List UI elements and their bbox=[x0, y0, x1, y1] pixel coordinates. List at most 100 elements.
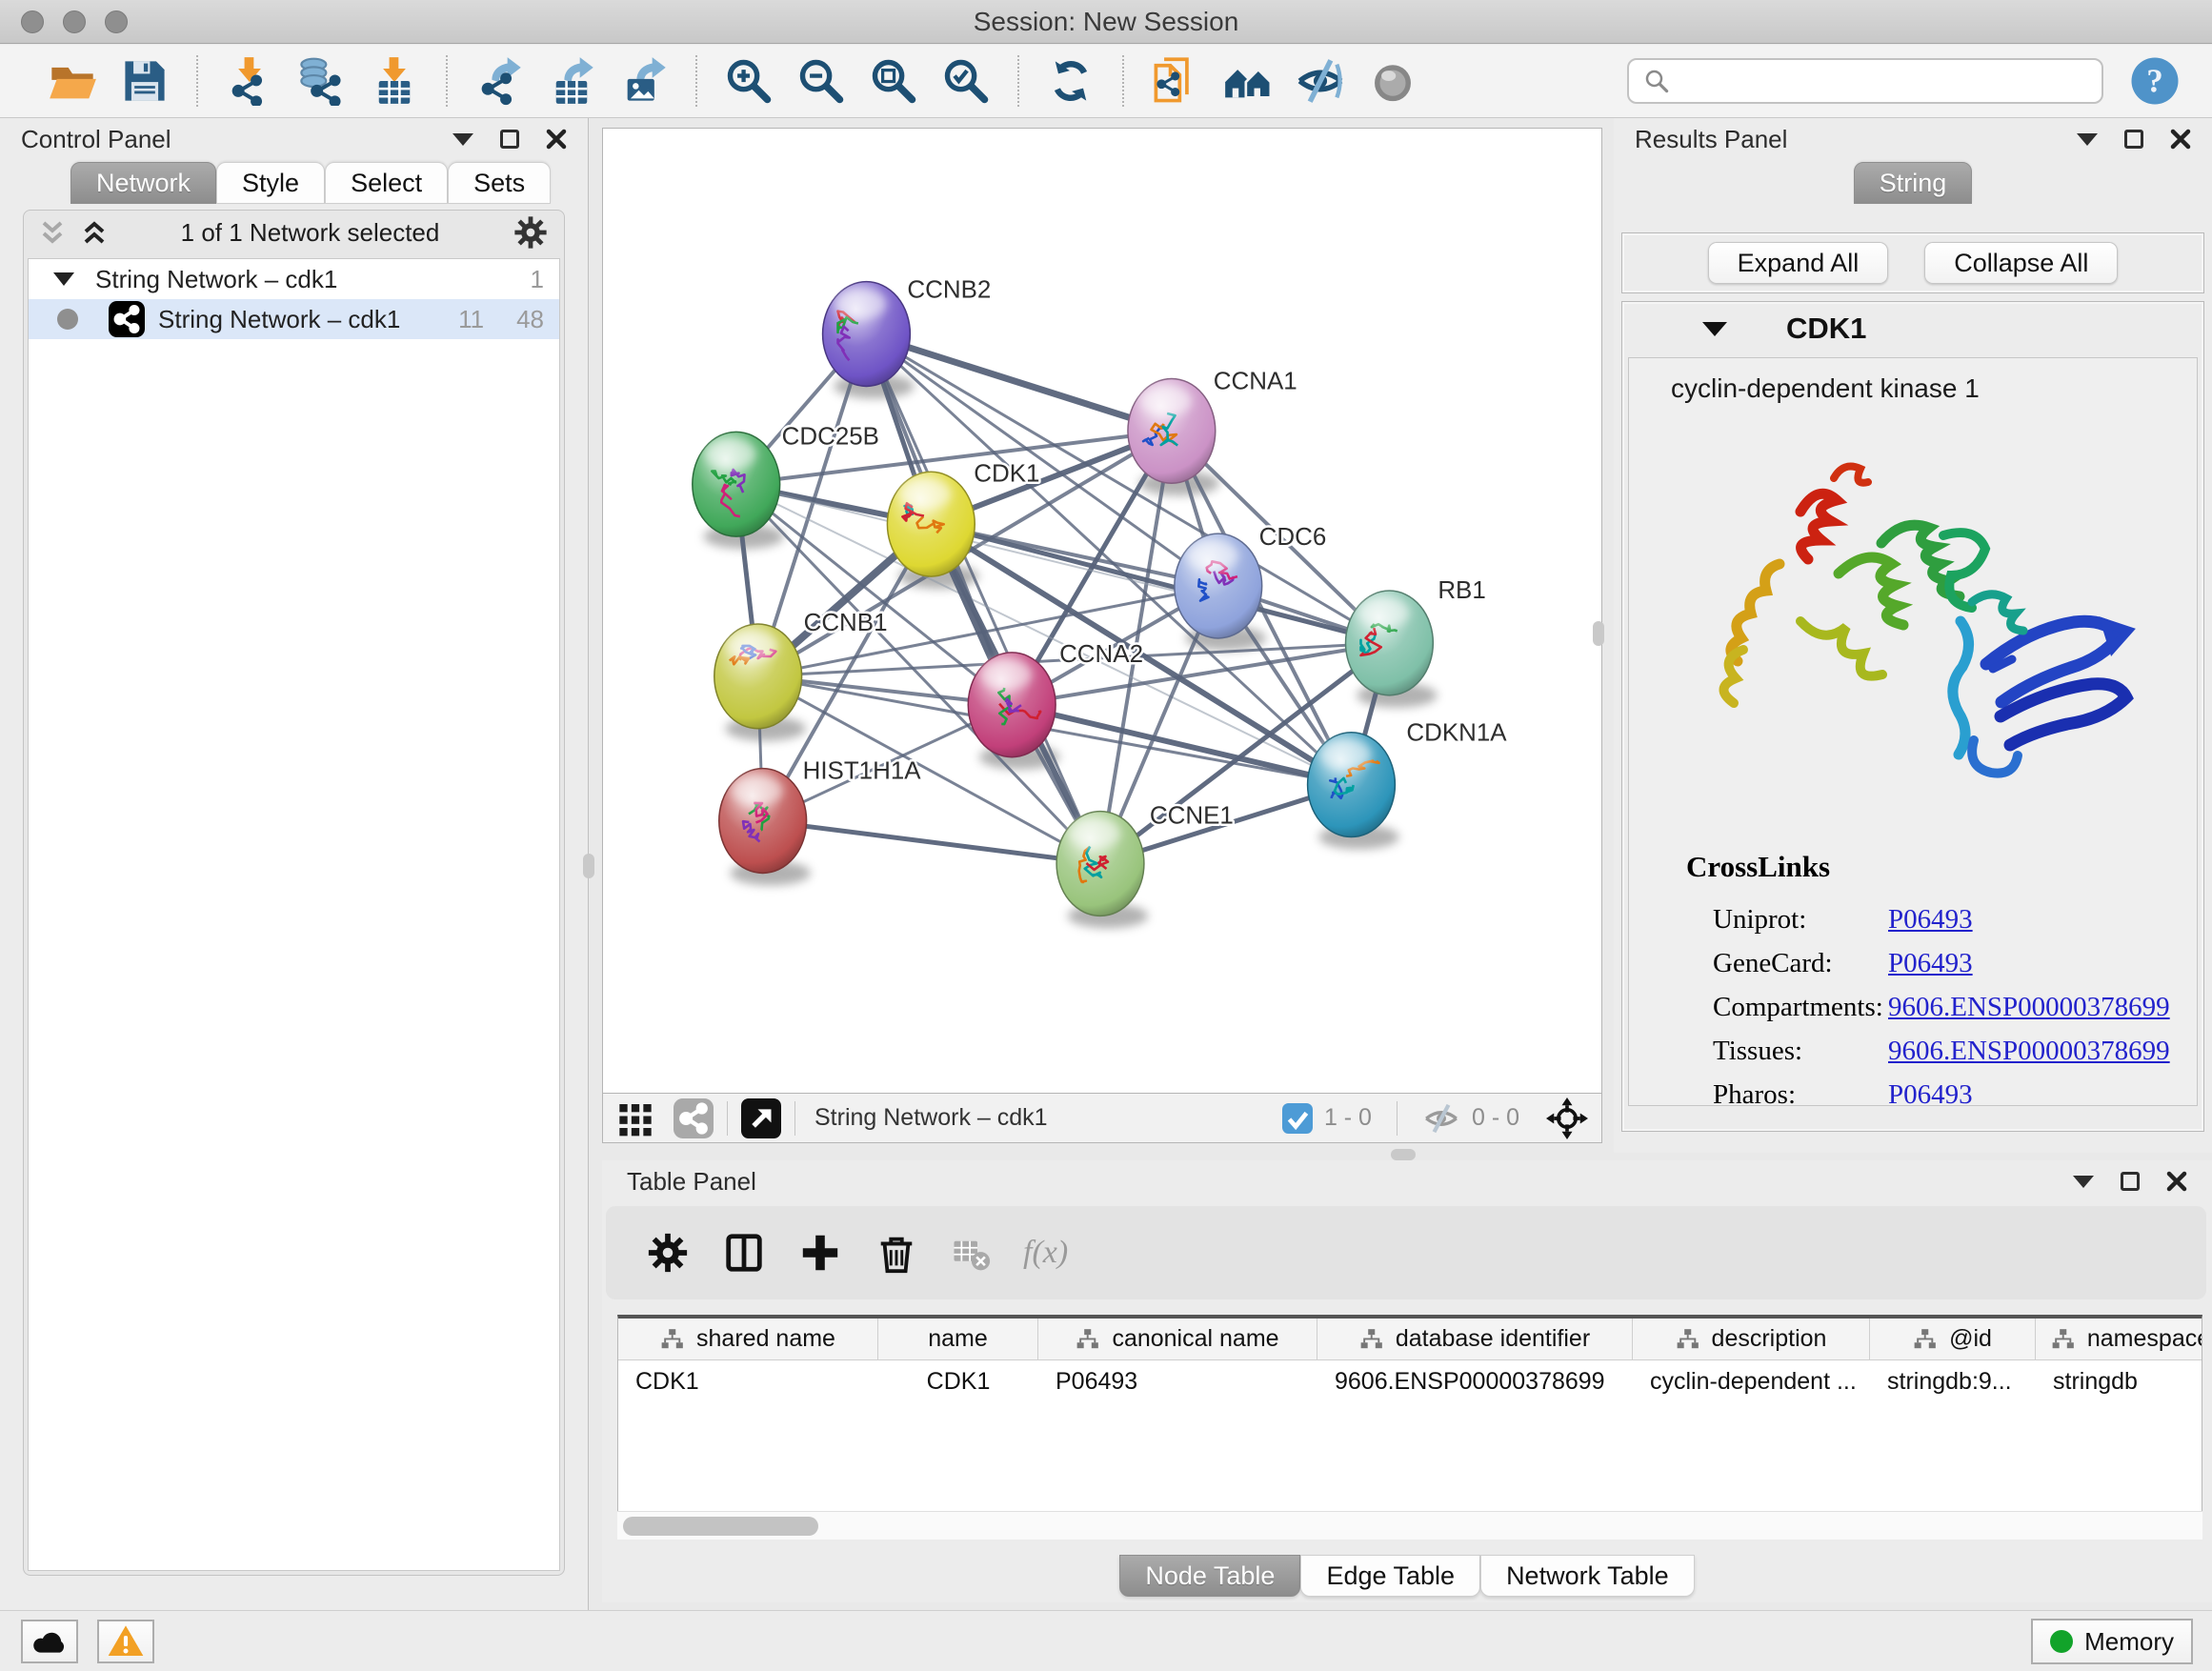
network-node-CDC25B[interactable] bbox=[693, 432, 780, 536]
import-network-from-file-button[interactable] bbox=[219, 50, 280, 111]
export-network-to-file-button[interactable] bbox=[469, 50, 530, 111]
crosslink-link[interactable]: P06493 bbox=[1888, 948, 1973, 979]
panel-menu-icon[interactable] bbox=[2077, 133, 2098, 146]
import-table-from-file-button[interactable] bbox=[364, 50, 425, 111]
tab-sets[interactable]: Sets bbox=[448, 162, 551, 204]
node-gloss-highlight bbox=[731, 775, 783, 806]
left-splitter-handle[interactable] bbox=[583, 854, 594, 878]
grid-view-icon[interactable] bbox=[616, 1099, 654, 1137]
close-panel-icon[interactable] bbox=[2166, 1171, 2187, 1192]
panel-menu-icon[interactable] bbox=[452, 133, 473, 146]
close-panel-icon[interactable] bbox=[2170, 129, 2191, 150]
column-header-shared-name[interactable]: shared name bbox=[618, 1319, 878, 1359]
expand-all-button[interactable]: Expand All bbox=[1708, 242, 1889, 284]
close-panel-icon[interactable] bbox=[546, 129, 567, 150]
network-node-CCNB2[interactable] bbox=[823, 282, 911, 387]
network-node-RB1[interactable] bbox=[1346, 591, 1434, 695]
tab-edge-table[interactable]: Edge Table bbox=[1300, 1555, 1480, 1597]
crosslink-link[interactable]: 9606.ENSP00000378699 bbox=[1888, 992, 2170, 1023]
crosslink-label: Pharos: bbox=[1686, 1079, 1865, 1107]
expand-all-networks-icon[interactable] bbox=[81, 219, 108, 246]
tab-node-table[interactable]: Node Table bbox=[1119, 1555, 1300, 1597]
network-edge-CCNA2-CDKN1A[interactable] bbox=[1012, 705, 1351, 785]
tab-select[interactable]: Select bbox=[325, 162, 448, 204]
zoom-out-button[interactable] bbox=[791, 50, 852, 111]
tab-string[interactable]: String bbox=[1854, 162, 1973, 204]
tab-style[interactable]: Style bbox=[216, 162, 325, 204]
tab-network[interactable]: Network bbox=[70, 162, 216, 204]
cloud-button[interactable] bbox=[21, 1620, 78, 1663]
column-header-description[interactable]: description bbox=[1633, 1319, 1870, 1359]
float-panel-button[interactable] bbox=[2121, 1172, 2140, 1191]
collapse-all-networks-icon[interactable] bbox=[39, 219, 66, 246]
gear-icon[interactable] bbox=[513, 214, 549, 251]
fit-selected-crosshair-icon[interactable] bbox=[1546, 1097, 1588, 1139]
table-gear-icon[interactable] bbox=[646, 1231, 690, 1275]
export-image-button[interactable] bbox=[613, 50, 674, 111]
tab-network-table[interactable]: Network Table bbox=[1480, 1555, 1695, 1597]
network-node-CCNB1[interactable] bbox=[714, 624, 802, 729]
show-all-button[interactable] bbox=[1362, 50, 1423, 111]
network-node-CDC6[interactable] bbox=[1175, 534, 1262, 638]
crosslink-link[interactable]: P06493 bbox=[1888, 904, 1973, 936]
results-panel-title: Results Panel bbox=[1635, 125, 1787, 154]
show-columns-icon[interactable] bbox=[722, 1231, 766, 1275]
first-neighbors-button[interactable] bbox=[1217, 50, 1278, 111]
refresh-network-button[interactable] bbox=[1040, 50, 1101, 111]
selected-checkbox-icon[interactable] bbox=[1282, 1103, 1313, 1134]
node-label-CCNB2: CCNB2 bbox=[907, 277, 991, 304]
network-node-CDK1[interactable] bbox=[887, 472, 975, 576]
network-node-HIST1H1A[interactable] bbox=[719, 769, 807, 874]
right-splitter-handle[interactable] bbox=[1593, 621, 1604, 646]
birdseye-view-icon[interactable] bbox=[741, 1098, 781, 1138]
column-header-name[interactable]: name bbox=[878, 1319, 1038, 1359]
zoom-fit-content-button[interactable] bbox=[863, 50, 924, 111]
save-session-button[interactable] bbox=[114, 50, 175, 111]
import-network-from-database-button[interactable] bbox=[292, 50, 352, 111]
float-panel-button[interactable] bbox=[2124, 130, 2143, 149]
zoom-in-button[interactable] bbox=[718, 50, 779, 111]
hidden-eye-icon[interactable] bbox=[1422, 1099, 1460, 1137]
delete-table-icon[interactable] bbox=[951, 1233, 991, 1273]
collection-expand-icon[interactable] bbox=[53, 272, 74, 286]
network-node-CDKN1A[interactable] bbox=[1308, 733, 1396, 837]
column-header-canonical-name[interactable]: canonical name bbox=[1038, 1319, 1317, 1359]
collapse-all-button[interactable]: Collapse All bbox=[1924, 242, 2118, 284]
network-node-CCNE1[interactable] bbox=[1056, 812, 1144, 916]
node-label-CDC6: CDC6 bbox=[1259, 524, 1327, 551]
share-network-icon[interactable] bbox=[674, 1098, 714, 1138]
search-field[interactable] bbox=[1627, 58, 2103, 104]
crosslink-link[interactable]: 9606.ENSP00000378699 bbox=[1888, 1036, 2170, 1067]
network-canvas[interactable]: CCNB2CCNA1CDC25BCDK1CDC6RB1CCNB1CCNA2CDK… bbox=[602, 128, 1602, 1094]
zoom-selected-button[interactable] bbox=[935, 50, 996, 111]
column-header-database-identifier[interactable]: database identifier bbox=[1317, 1319, 1633, 1359]
function-builder-icon[interactable]: f(x) bbox=[1023, 1235, 1068, 1271]
open-session-button[interactable] bbox=[42, 50, 103, 111]
search-input[interactable] bbox=[1671, 66, 2088, 97]
network-row[interactable]: String Network – cdk1 11 48 bbox=[29, 299, 559, 339]
panel-menu-icon[interactable] bbox=[2073, 1176, 2094, 1188]
node-entry-header[interactable]: CDK1 bbox=[1622, 302, 2203, 355]
help-button[interactable]: ? bbox=[2128, 54, 2182, 108]
hide-selected-button[interactable] bbox=[1290, 50, 1351, 111]
add-column-icon[interactable] bbox=[798, 1231, 842, 1275]
share-document-button[interactable] bbox=[1145, 50, 1206, 111]
network-node-CCNA2[interactable] bbox=[968, 653, 1056, 757]
network-collection-row[interactable]: String Network – cdk1 1 bbox=[29, 259, 559, 299]
network-edge-HIST1H1A-CCNE1[interactable] bbox=[763, 821, 1100, 864]
node-label-CCNA2: CCNA2 bbox=[1059, 641, 1143, 668]
table-row[interactable]: CDK1CDK1P064939606.ENSP00000378699cyclin… bbox=[618, 1360, 2202, 1402]
export-table-to-file-button[interactable] bbox=[541, 50, 602, 111]
scrollbar-thumb[interactable] bbox=[623, 1517, 818, 1536]
column-header-@id[interactable]: @id bbox=[1870, 1319, 2036, 1359]
column-header-namespace[interactable]: namespace bbox=[2036, 1319, 2202, 1359]
float-panel-button[interactable] bbox=[500, 130, 519, 149]
memory-button[interactable]: Memory bbox=[2031, 1619, 2193, 1664]
crosslink-link[interactable]: P06493 bbox=[1888, 1079, 1973, 1107]
entry-expand-icon[interactable] bbox=[1702, 322, 1727, 336]
network-node-CCNA1[interactable] bbox=[1128, 378, 1216, 483]
delete-column-icon[interactable] bbox=[875, 1231, 918, 1275]
bottom-splitter-handle[interactable] bbox=[1391, 1149, 1416, 1160]
warnings-button[interactable] bbox=[97, 1620, 154, 1663]
table-horizontal-scrollbar[interactable] bbox=[617, 1511, 2202, 1540]
